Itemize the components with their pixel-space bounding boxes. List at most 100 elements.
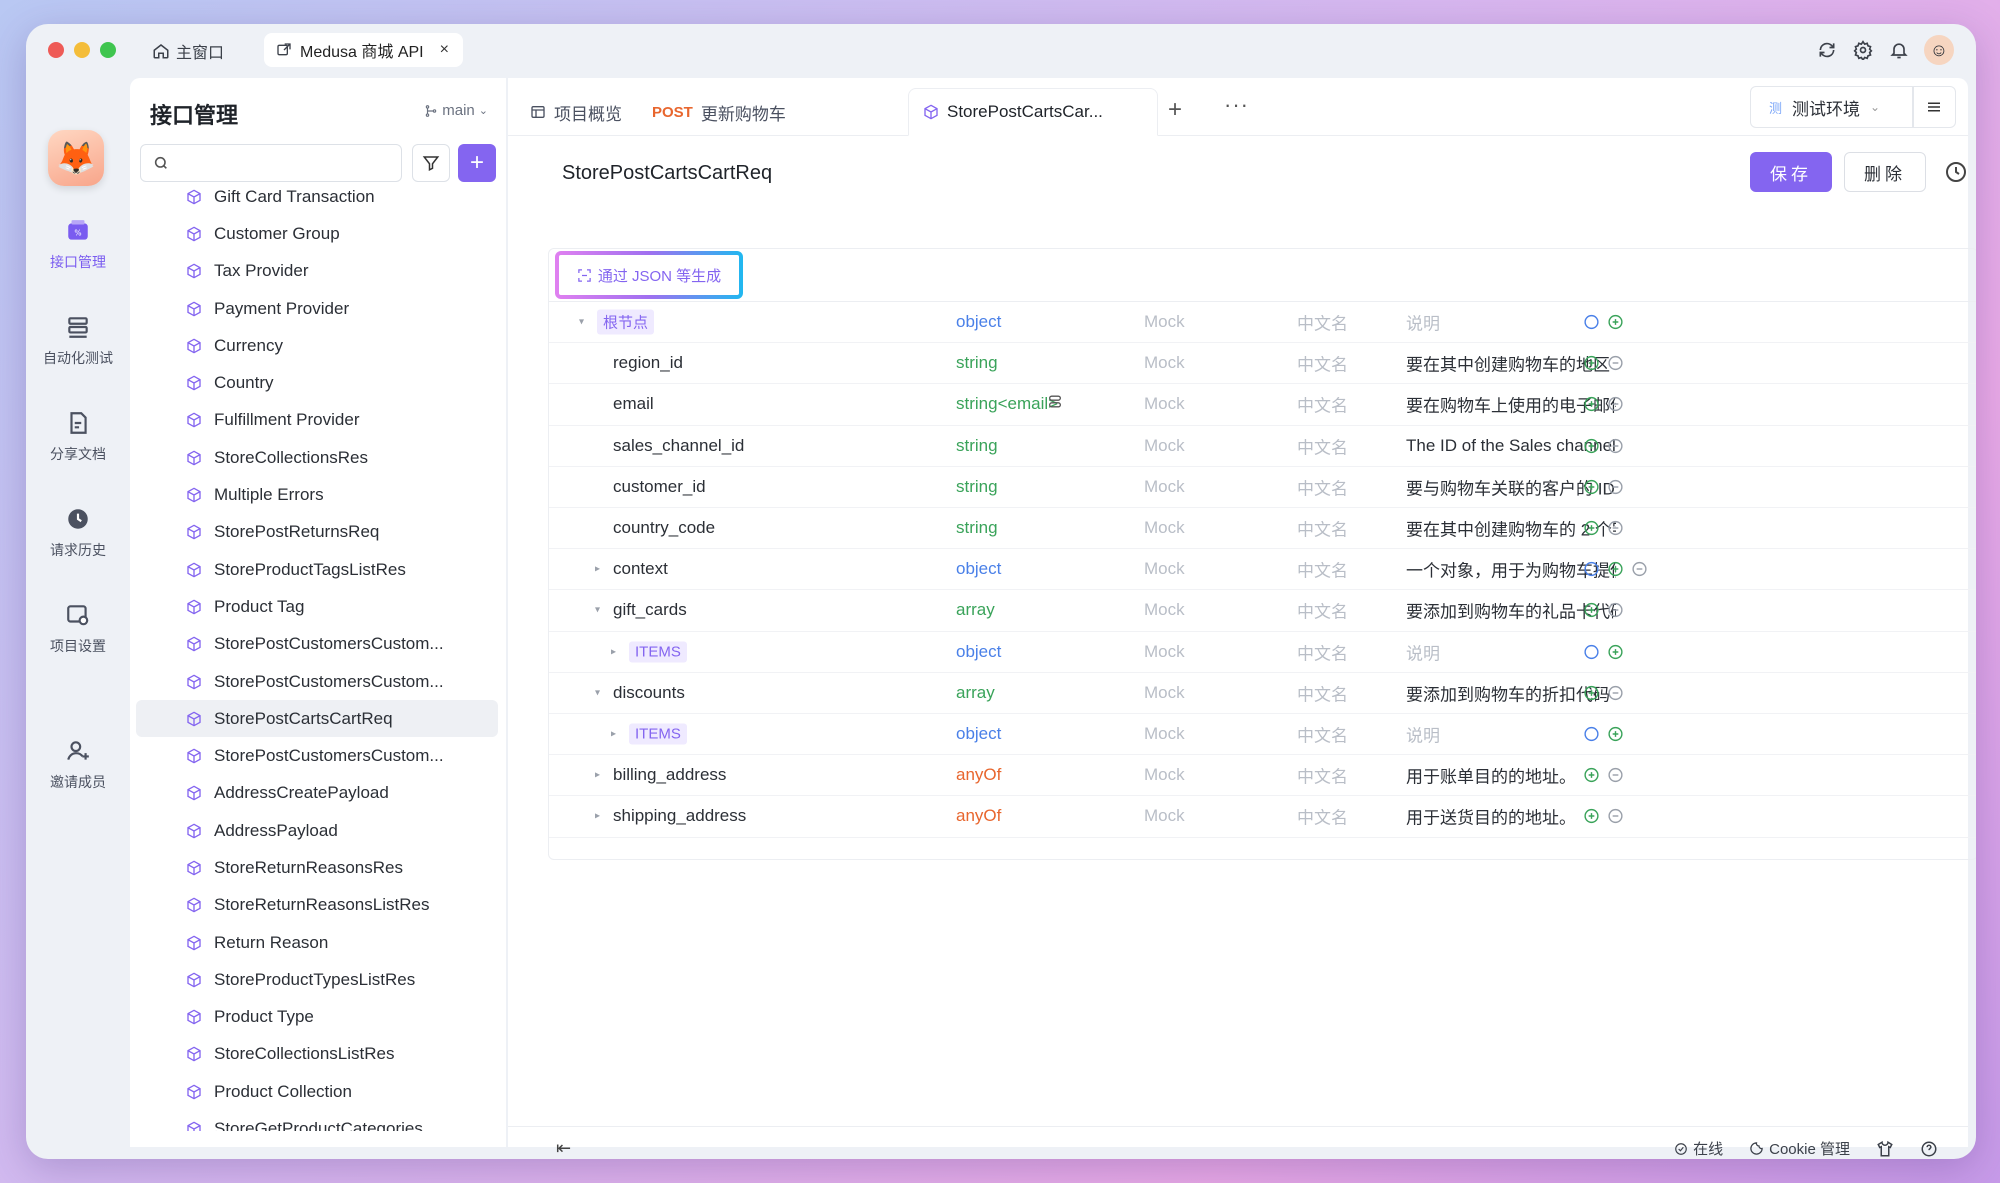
tree-item[interactable]: AddressPayload xyxy=(136,812,498,849)
schema-row[interactable]: ▸ context object Mock 中文名 一个对象，用于为购物车提供 xyxy=(549,549,1976,591)
field-type[interactable]: anyOf xyxy=(956,806,1001,826)
field-type[interactable]: string xyxy=(956,353,998,373)
more-circle-icon[interactable] xyxy=(1583,314,1600,331)
schema-row[interactable]: customer_id string Mock 中文名 要与购物车关联的客户的 ID xyxy=(549,467,1976,508)
field-mock[interactable]: Mock xyxy=(1144,394,1185,414)
field-type[interactable]: object xyxy=(956,724,1001,744)
field-name[interactable]: billing_address xyxy=(613,765,726,785)
schema-row[interactable]: ▸ shipping_address anyOf Mock 中文名 用于送货目的的地址。 xyxy=(549,796,1976,838)
filter-button[interactable] xyxy=(412,144,450,182)
rail-item-settings[interactable]: 项目设置 xyxy=(26,602,130,656)
field-chinese-name[interactable]: 中文名 xyxy=(1297,433,1348,458)
plus-circle-icon[interactable] xyxy=(1583,478,1600,495)
expand-caret-icon[interactable]: ▸ xyxy=(595,564,600,575)
tree-item[interactable]: Tax Provider xyxy=(136,253,498,290)
tree-item[interactable]: AddressCreatePayload xyxy=(136,775,498,812)
tree-item[interactable]: Fulfillment Provider xyxy=(136,402,498,439)
expand-caret-icon[interactable]: ▸ xyxy=(595,811,600,822)
plus-circle-icon[interactable] xyxy=(1583,355,1600,372)
field-name[interactable]: ITEMS xyxy=(629,723,687,745)
tree-item[interactable]: Product Type xyxy=(136,999,498,1036)
field-name[interactable]: email xyxy=(613,394,654,414)
field-chinese-name[interactable]: 中文名 xyxy=(1297,474,1348,499)
field-mock[interactable]: Mock xyxy=(1144,518,1185,538)
tree-item[interactable]: Multiple Errors xyxy=(136,476,498,513)
field-mock[interactable]: Mock xyxy=(1144,477,1185,497)
plus-circle-icon[interactable] xyxy=(1583,396,1600,413)
field-mock[interactable]: Mock xyxy=(1144,724,1185,744)
add-button[interactable]: + xyxy=(458,144,496,182)
tree-item[interactable]: Currency xyxy=(136,327,498,364)
field-name[interactable]: discounts xyxy=(613,683,685,703)
schema-row[interactable]: region_id string Mock 中文名 要在其中创建购物车的地区 xyxy=(549,343,1976,385)
tree-item[interactable]: Customer Group xyxy=(136,215,498,252)
field-mock[interactable]: Mock xyxy=(1144,436,1185,456)
field-chinese-name[interactable]: 中文名 xyxy=(1297,722,1348,747)
plus-circle-icon[interactable] xyxy=(1583,520,1600,537)
plus-circle-icon[interactable] xyxy=(1607,561,1624,578)
generate-from-json-button[interactable]: 通过 JSON 等生成 xyxy=(555,251,743,299)
field-name[interactable]: country_code xyxy=(613,518,715,538)
tree-item[interactable]: Payment Provider xyxy=(136,290,498,327)
tree-item[interactable]: StorePostReturnsReq xyxy=(136,514,498,551)
close-tab-icon[interactable]: × xyxy=(440,41,449,59)
field-mock[interactable]: Mock xyxy=(1144,353,1185,373)
delete-button[interactable]: 删除 xyxy=(1844,152,1926,192)
field-type[interactable]: object xyxy=(956,559,1001,579)
history-icon[interactable] xyxy=(1944,160,1968,189)
plus-circle-icon[interactable] xyxy=(1607,643,1624,660)
gear-icon[interactable] xyxy=(1852,39,1874,61)
expand-caret-icon[interactable]: ▾ xyxy=(595,687,600,698)
field-mock[interactable]: Mock xyxy=(1144,642,1185,662)
field-mock[interactable]: Mock xyxy=(1144,600,1185,620)
field-type[interactable]: object xyxy=(956,312,1001,332)
field-chinese-name[interactable]: 中文名 xyxy=(1297,804,1348,829)
plus-circle-icon[interactable] xyxy=(1583,602,1600,619)
tree-item[interactable]: StoreReturnReasonsRes xyxy=(136,849,498,886)
shirt-icon[interactable] xyxy=(1876,1140,1894,1158)
more-circle-icon[interactable] xyxy=(1583,643,1600,660)
plus-circle-icon[interactable] xyxy=(1583,437,1600,454)
field-chinese-name[interactable]: 中文名 xyxy=(1297,598,1348,623)
minus-circle-icon[interactable] xyxy=(1607,602,1624,619)
minus-circle-icon[interactable] xyxy=(1607,396,1624,413)
project-window-tab[interactable]: Medusa 商城 API × xyxy=(264,33,463,67)
field-mock[interactable]: Mock xyxy=(1144,559,1185,579)
field-type[interactable]: array xyxy=(956,683,995,703)
minimize-window-button[interactable] xyxy=(74,42,90,58)
expand-caret-icon[interactable]: ▾ xyxy=(579,317,584,328)
schema-row[interactable]: ▾ discounts array Mock 中文名 要添加到购物车的折扣代码 xyxy=(549,673,1976,714)
schema-row[interactable]: ▸ ITEMS object Mock 中文名 说明 xyxy=(549,714,1976,756)
field-chinese-name[interactable]: 中文名 xyxy=(1297,392,1348,417)
user-avatar[interactable]: ☺ xyxy=(1924,35,1954,65)
minus-circle-icon[interactable] xyxy=(1631,561,1648,578)
plus-circle-icon[interactable] xyxy=(1583,767,1600,784)
schema-row[interactable]: ▸ ITEMS object Mock 中文名 说明 xyxy=(549,632,1976,673)
tree-item[interactable]: StoreReturnReasonsListRes xyxy=(136,887,498,924)
field-type[interactable]: object xyxy=(956,642,1001,662)
field-mock[interactable]: Mock xyxy=(1144,683,1185,703)
field-chinese-name[interactable]: 中文名 xyxy=(1297,351,1348,376)
tree-item[interactable]: Product Collection xyxy=(136,1073,498,1110)
tab-store-post-carts[interactable]: StorePostCartsCar... xyxy=(908,88,1158,136)
field-name[interactable]: 根节点 xyxy=(597,309,655,335)
tree-item[interactable]: StorePostCustomersCustom... xyxy=(136,737,498,774)
field-mock[interactable]: Mock xyxy=(1144,765,1185,785)
online-status[interactable]: 在线 xyxy=(1674,1138,1723,1159)
expand-caret-icon[interactable]: ▾ xyxy=(595,605,600,616)
collapse-sidebar-icon[interactable]: ⇤ xyxy=(556,1138,571,1159)
tree-item[interactable]: Gift Card Transaction xyxy=(136,178,498,215)
link-icon-wrap[interactable] xyxy=(1047,394,1063,415)
schema-row[interactable]: ▾ gift_cards array Mock 中文名 要添加到购物车的礼品卡代码 xyxy=(549,590,1976,632)
expand-caret-icon[interactable]: ▸ xyxy=(611,646,616,657)
minus-circle-icon[interactable] xyxy=(1607,520,1624,537)
field-type[interactable]: anyOf xyxy=(956,765,1001,785)
field-chinese-name[interactable]: 中文名 xyxy=(1297,557,1348,582)
more-tabs-button[interactable]: ··· xyxy=(1224,92,1249,118)
field-type[interactable]: string xyxy=(956,518,998,538)
field-chinese-name[interactable]: 中文名 xyxy=(1297,639,1348,664)
plus-circle-icon[interactable] xyxy=(1583,684,1600,701)
minus-circle-icon[interactable] xyxy=(1607,478,1624,495)
help-icon[interactable] xyxy=(1920,1140,1938,1158)
sync-icon[interactable] xyxy=(1816,39,1838,61)
